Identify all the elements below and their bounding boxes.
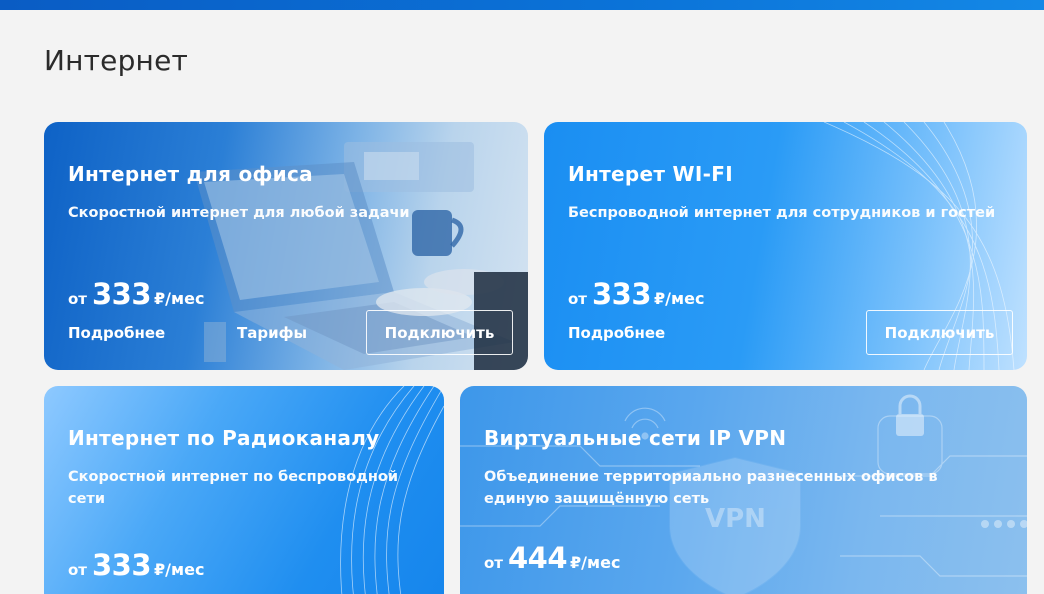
card-title: Интернет для офиса bbox=[68, 162, 313, 186]
price: от 444 ₽/мес bbox=[484, 541, 620, 575]
top-accent-bar bbox=[0, 0, 1044, 10]
price-amount: 333 bbox=[92, 548, 152, 582]
price-from: от bbox=[568, 290, 587, 308]
page-title: Интернет bbox=[44, 44, 189, 77]
card-description: Скоростной интернет для любой задачи bbox=[68, 205, 410, 221]
price: от 333 ₽/мес bbox=[68, 277, 204, 311]
card-internet-radio[interactable]: Интернет по Радиоканалу Скоростной интер… bbox=[44, 386, 444, 594]
card-title: Виртуальные сети IP VPN bbox=[484, 426, 787, 450]
price-amount: 333 bbox=[592, 277, 652, 311]
price-from: от bbox=[68, 290, 87, 308]
card-description: Объединение территориально разнесенных о… bbox=[484, 469, 938, 507]
price-unit: ₽/мес bbox=[154, 560, 205, 579]
card-description: Беспроводной интернет для сотрудников и … bbox=[568, 205, 996, 221]
more-link[interactable]: Подробнее bbox=[68, 324, 165, 342]
connect-button[interactable]: Подключить bbox=[366, 310, 513, 355]
price-amount: 333 bbox=[92, 277, 152, 311]
card-title: Интернет по Радиоканалу bbox=[68, 426, 380, 450]
card-description: Скоростной интернет по беспроводной сети bbox=[68, 469, 399, 507]
card-title: Интерет WI-FI bbox=[568, 162, 733, 186]
price-unit: ₽/мес bbox=[570, 553, 621, 572]
price: от 333 ₽/мес bbox=[568, 277, 704, 311]
card-internet-office[interactable]: Интернет для офиса Скоростной интернет д… bbox=[44, 122, 528, 370]
card-internet-wifi[interactable]: Интерет WI-FI Беспроводной интернет для … bbox=[544, 122, 1027, 370]
tariffs-link[interactable]: Тарифы bbox=[237, 324, 307, 342]
card-ip-vpn[interactable]: VPN Виртуальные сети IP VPN Объединение … bbox=[460, 386, 1027, 594]
price: от 333 ₽/мес bbox=[68, 548, 204, 582]
price-unit: ₽/мес bbox=[154, 289, 205, 308]
price-from: от bbox=[68, 561, 87, 579]
more-link[interactable]: Подробнее bbox=[568, 324, 665, 342]
connect-button[interactable]: Подключить bbox=[866, 310, 1013, 355]
price-amount: 444 bbox=[508, 541, 568, 575]
price-unit: ₽/мес bbox=[654, 289, 705, 308]
price-from: от bbox=[484, 554, 503, 572]
